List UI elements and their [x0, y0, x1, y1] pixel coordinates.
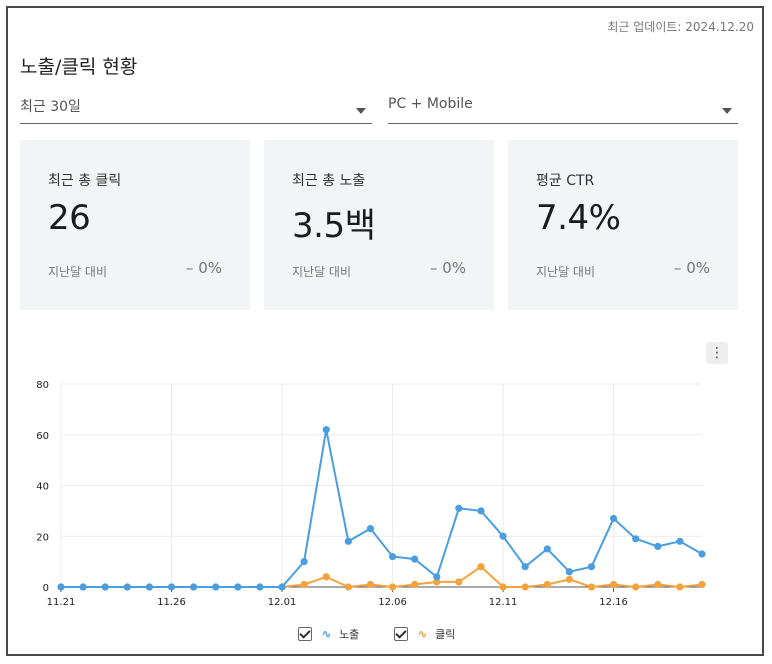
data-point [433, 573, 441, 581]
data-point [521, 563, 529, 571]
data-point [477, 563, 485, 571]
data-point [278, 583, 286, 591]
data-point [455, 504, 463, 512]
data-point [698, 550, 706, 558]
line-series-icon: ∿ [321, 627, 332, 641]
y-tick-label: 60 [36, 431, 49, 442]
data-point [388, 552, 397, 561]
data-point [212, 583, 220, 591]
series-line [61, 429, 703, 588]
data-point [123, 583, 131, 591]
data-point [366, 580, 375, 589]
x-tick-label: 11.26 [157, 597, 186, 608]
data-point [676, 537, 684, 545]
checkbox-checked-icon[interactable] [394, 627, 408, 641]
data-point [477, 507, 485, 515]
data-point [79, 583, 87, 591]
data-point [565, 568, 573, 576]
data-point [455, 578, 463, 586]
x-tick-label: 12.16 [599, 597, 628, 608]
data-point [632, 583, 640, 591]
data-point [698, 580, 706, 589]
legend-toggle-impressions[interactable]: ∿ 노출 [298, 626, 359, 642]
data-point [344, 537, 352, 545]
y-tick-label: 40 [36, 482, 49, 493]
x-tick-label: 12.11 [489, 597, 518, 608]
data-point [167, 583, 176, 591]
x-tick-label: 11.21 [47, 597, 76, 608]
series-line [61, 565, 703, 589]
data-point [366, 525, 375, 533]
data-point [300, 580, 308, 589]
impressions-clicks-chart: 0 20 40 60 80 11.21 11.26 12.01 12.06 12.11 12.16 [36, 380, 706, 608]
data-point [587, 583, 596, 591]
data-point [145, 583, 154, 591]
data-point [388, 583, 397, 591]
data-point [521, 583, 529, 591]
data-point [499, 583, 507, 591]
y-tick-label: 80 [36, 380, 49, 391]
data-point [632, 535, 640, 543]
data-point [411, 555, 419, 563]
legend-toggle-clicks[interactable]: ∿ 클릭 [394, 626, 455, 642]
data-point [57, 583, 65, 591]
data-point [322, 426, 330, 434]
data-point [256, 583, 264, 591]
data-point [499, 532, 507, 540]
line-series-icon: ∿ [417, 627, 428, 641]
data-point [543, 545, 551, 553]
data-point [411, 580, 419, 589]
data-point [587, 563, 596, 571]
y-tick-label: 20 [36, 532, 49, 543]
y-tick-label: 0 [43, 583, 49, 594]
legend-label: 노출 [339, 628, 360, 641]
data-point [565, 575, 573, 583]
data-point [654, 580, 662, 589]
data-point [300, 558, 308, 566]
x-tick-label: 12.06 [378, 597, 407, 608]
legend-label: 클릭 [435, 628, 456, 641]
data-point [654, 542, 662, 551]
data-point [609, 580, 618, 589]
data-point [234, 583, 242, 591]
data-point [344, 583, 352, 591]
data-point [190, 583, 198, 591]
data-point [676, 583, 684, 591]
data-point [543, 580, 551, 589]
data-point [101, 583, 109, 591]
data-point [609, 514, 618, 523]
checkbox-checked-icon[interactable] [298, 627, 312, 641]
data-point [322, 573, 330, 581]
x-tick-label: 12.01 [268, 597, 297, 608]
